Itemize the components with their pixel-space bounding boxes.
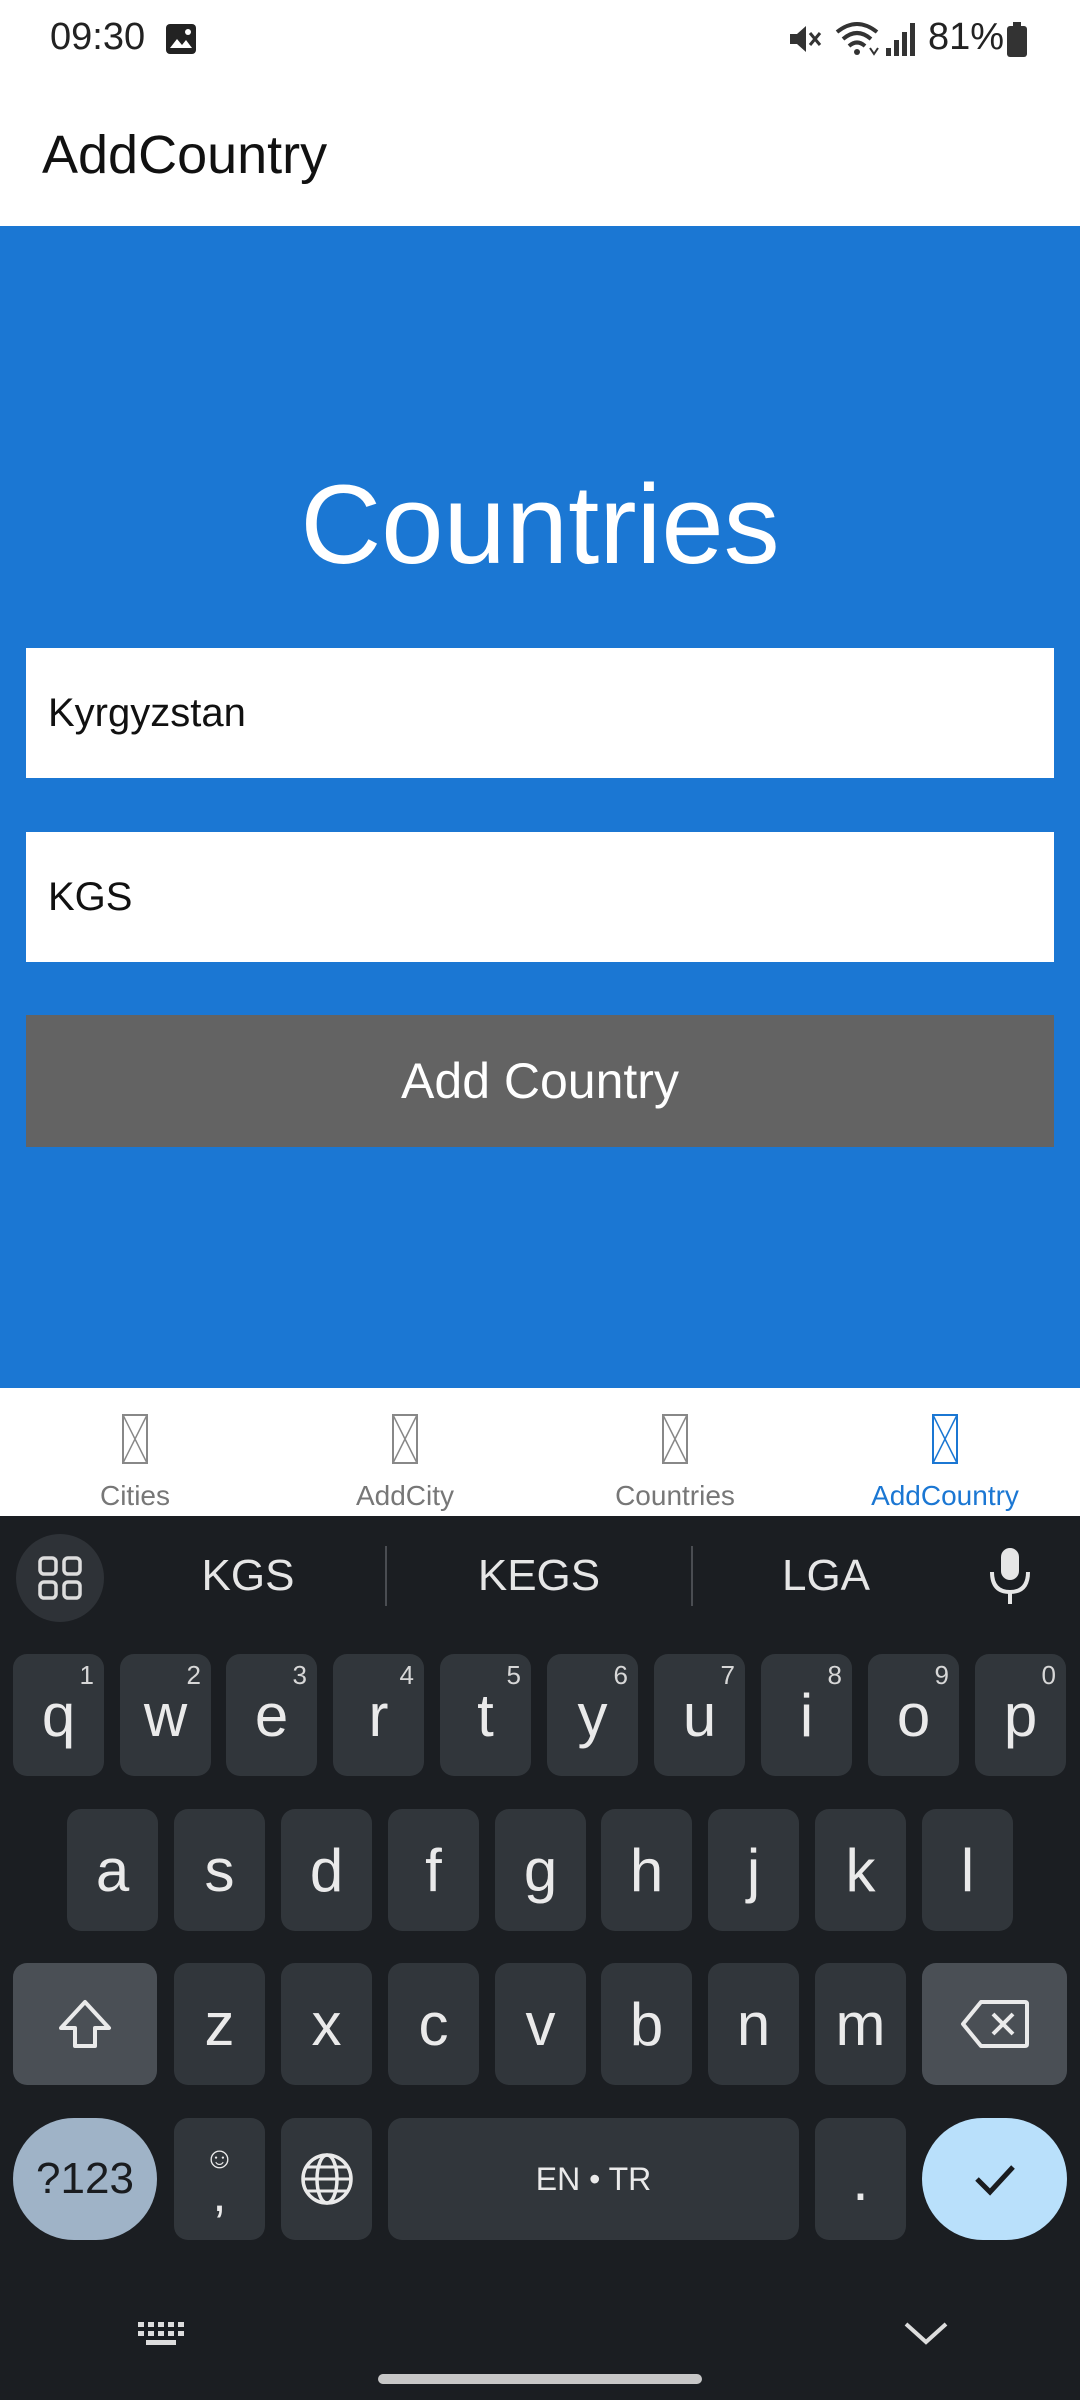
add-country-button[interactable]: Add Country (26, 1015, 1054, 1147)
key-o[interactable]: o9 (868, 1654, 959, 1776)
tab-label: AddCountry (871, 1480, 1019, 1511)
signal-icon (886, 23, 915, 56)
placeholder-icon (662, 1414, 688, 1464)
grid-icon (38, 1556, 82, 1600)
tab-label: Countries (615, 1480, 735, 1511)
key-p[interactable]: p0 (975, 1654, 1066, 1776)
keyboard (0, 1516, 1080, 2400)
key-r[interactable]: r4 (333, 1654, 424, 1776)
tab-cities[interactable]: Cities (0, 1388, 270, 1516)
wifi-icon (835, 22, 879, 56)
space-key[interactable]: EN • TR (388, 2118, 799, 2240)
country-name-input[interactable]: Kyrgyzstan (26, 648, 1054, 778)
suggestion-1[interactable]: KGS (110, 1540, 386, 1612)
key-g[interactable]: g (495, 1809, 586, 1931)
key-x[interactable]: x (281, 1963, 372, 2085)
status-bar (0, 0, 1080, 80)
globe-icon (300, 2153, 353, 2205)
key-l[interactable]: l (922, 1809, 1013, 1931)
checkmark-icon (974, 2165, 1015, 2196)
key-c[interactable]: c (388, 1963, 479, 2085)
symbols-key[interactable]: ?123 (13, 2118, 157, 2240)
shift-key[interactable] (13, 1963, 157, 2085)
key-n[interactable]: n (708, 1963, 799, 2085)
battery-icon (1007, 22, 1027, 57)
shift-icon (59, 2000, 111, 2048)
suggestion-2[interactable]: KEGS (387, 1540, 691, 1612)
key-u[interactable]: u7 (654, 1654, 745, 1776)
tab-label: Cities (99, 1480, 170, 1511)
key-d[interactable]: d (281, 1809, 372, 1931)
battery-level: 81% (928, 16, 1005, 58)
language-key[interactable] (281, 2118, 372, 2240)
key-z[interactable]: z (174, 1963, 265, 2085)
key-a[interactable]: a (67, 1809, 158, 1931)
key-q[interactable]: q1 (13, 1654, 104, 1776)
tab-label: AddCity (355, 1480, 455, 1511)
chevron-down-icon[interactable] (900, 2316, 952, 2350)
key-v[interactable]: v (495, 1963, 586, 2085)
placeholder-icon (122, 1414, 148, 1464)
gallery-icon (166, 24, 196, 54)
key-h[interactable]: h (601, 1809, 692, 1931)
tab-addcity[interactable]: AddCity (270, 1388, 540, 1516)
page-heading: Countries (300, 462, 780, 587)
period-key[interactable]: . (815, 2118, 906, 2240)
placeholder-icon (392, 1414, 418, 1464)
keyboard-apps-button[interactable] (16, 1534, 104, 1622)
emoji-comma-key[interactable]: ☺ , (174, 2118, 265, 2240)
placeholder-icon (932, 1414, 958, 1464)
key-j[interactable]: j (708, 1809, 799, 1931)
key-y[interactable]: y6 (547, 1654, 638, 1776)
key-s[interactable]: s (174, 1809, 265, 1931)
status-time: 09:30 (50, 16, 146, 58)
key-i[interactable]: i8 (761, 1654, 852, 1776)
microphone-icon[interactable] (980, 1540, 1040, 1612)
key-w[interactable]: w2 (120, 1654, 211, 1776)
app-title: AddCountry (42, 125, 328, 185)
mute-icon (790, 26, 822, 52)
backspace-icon (960, 2000, 1029, 2048)
tab-addcountry[interactable]: AddCountry (810, 1388, 1080, 1516)
suggestion-3[interactable]: LGA (693, 1540, 959, 1612)
key-b[interactable]: b (601, 1963, 692, 2085)
home-indicator[interactable] (378, 2374, 702, 2384)
key-m[interactable]: m (815, 1963, 906, 2085)
key-k[interactable]: k (815, 1809, 906, 1931)
key-f[interactable]: f (388, 1809, 479, 1931)
enter-key[interactable] (922, 2118, 1067, 2240)
main-content (0, 226, 1080, 1388)
tab-countries[interactable]: Countries (540, 1388, 810, 1516)
currency-code-input[interactable]: KGS (26, 832, 1054, 962)
backspace-key[interactable] (922, 1963, 1067, 2085)
key-t[interactable]: t5 (440, 1654, 531, 1776)
key-e[interactable]: e3 (226, 1654, 317, 1776)
keyboard-switch-icon[interactable] (136, 2316, 188, 2350)
